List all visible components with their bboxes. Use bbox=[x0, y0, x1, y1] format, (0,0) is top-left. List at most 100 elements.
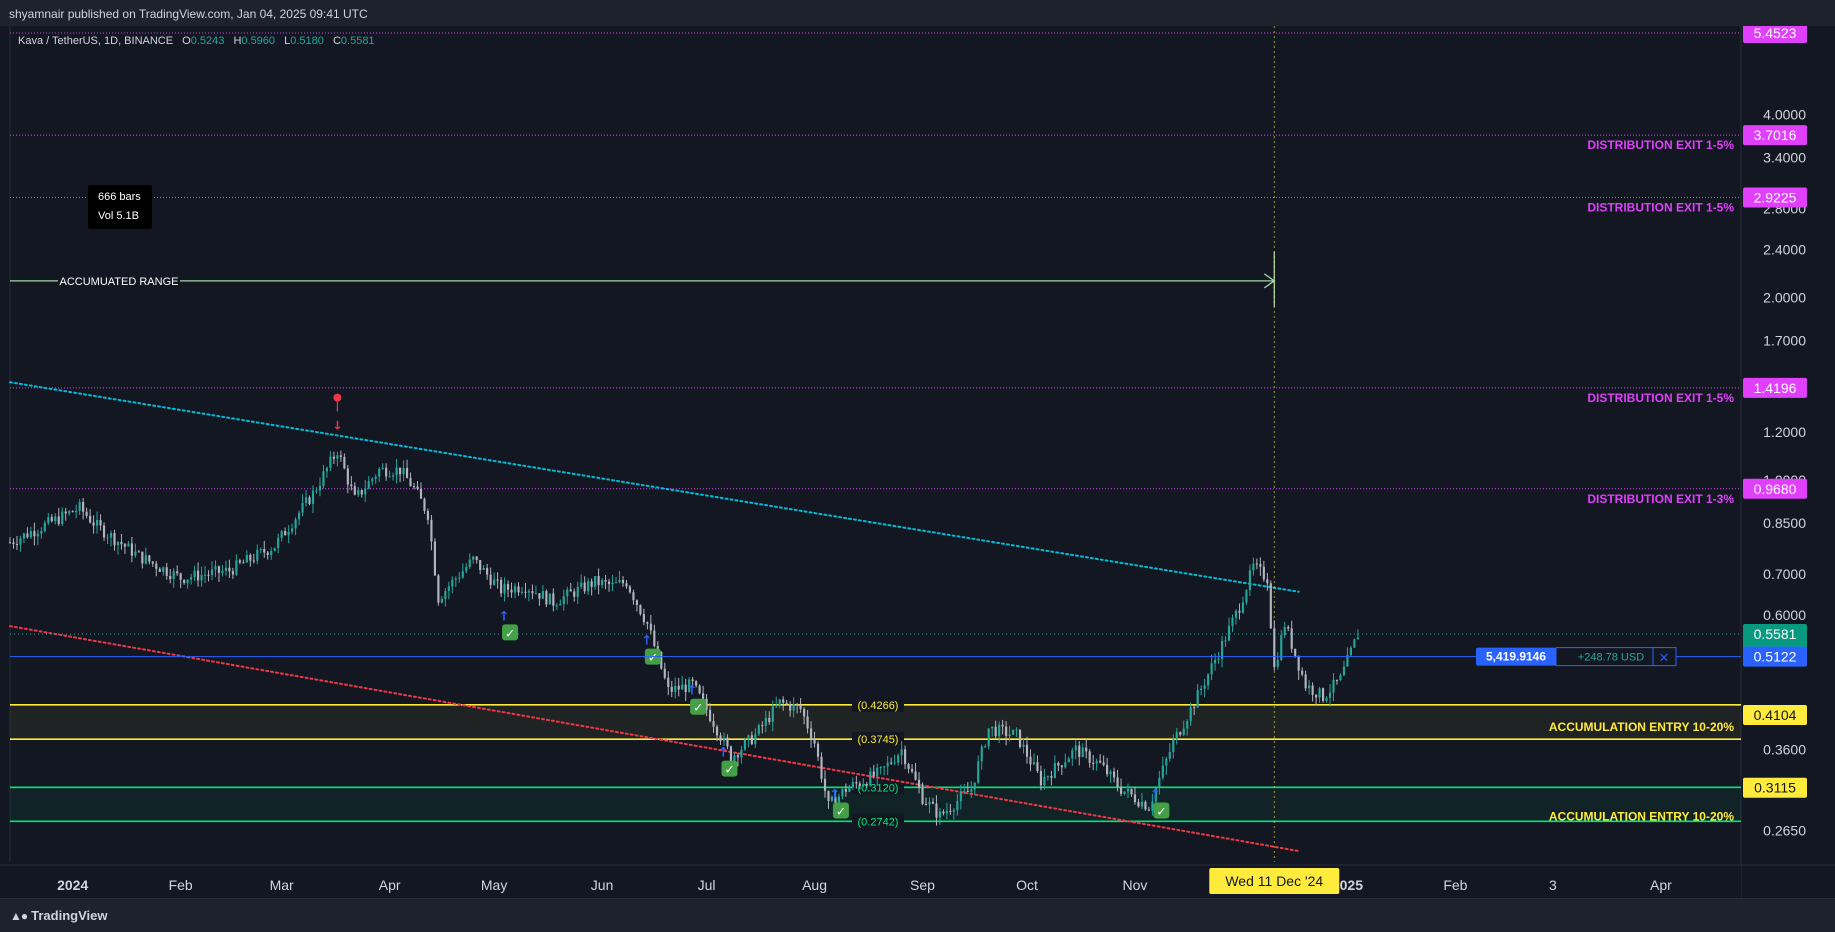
candle-body bbox=[1057, 762, 1060, 766]
candle-body bbox=[259, 549, 262, 551]
candle-body bbox=[148, 555, 151, 562]
candle-body bbox=[719, 735, 722, 741]
distribution-exit-label: DISTRIBUTION EXIT 1-3% bbox=[1587, 492, 1734, 506]
buy-arrow-icon: ↑ bbox=[718, 746, 729, 761]
candle-body bbox=[1335, 679, 1339, 681]
candle-body bbox=[639, 604, 642, 615]
candle-body bbox=[381, 467, 384, 469]
candle-body bbox=[559, 604, 562, 606]
candle-body bbox=[614, 582, 618, 584]
candle-body bbox=[1287, 627, 1290, 629]
candle-body bbox=[193, 570, 196, 578]
candle-body bbox=[165, 567, 168, 576]
candle-body bbox=[1015, 729, 1018, 731]
candle-body bbox=[907, 764, 910, 769]
candle-body bbox=[1126, 789, 1130, 792]
candle-body bbox=[883, 766, 886, 768]
candle-body bbox=[1140, 801, 1144, 807]
candle-body bbox=[1266, 579, 1269, 584]
candle-body bbox=[8, 542, 12, 544]
candle-body bbox=[1262, 566, 1265, 580]
candle-body bbox=[573, 591, 576, 597]
candle-body bbox=[190, 577, 193, 580]
candle-body bbox=[966, 790, 969, 792]
candle-body bbox=[221, 570, 224, 573]
tradingview-logo[interactable]: ▲● TradingView bbox=[10, 908, 107, 923]
candle-body bbox=[29, 531, 32, 538]
candle-body bbox=[869, 771, 872, 786]
candle-body bbox=[942, 811, 945, 814]
candle-body bbox=[392, 475, 395, 477]
buy-check-mark-icon: ✓ bbox=[1156, 805, 1166, 819]
candle-body bbox=[134, 551, 137, 556]
candle-body bbox=[1273, 628, 1276, 667]
candle-body bbox=[1119, 786, 1123, 794]
candle-body bbox=[848, 787, 851, 792]
candle-body bbox=[353, 486, 356, 495]
symbol-title: Kava / TetherUS, 1D, BINANCE bbox=[18, 35, 174, 47]
candle-body bbox=[963, 790, 966, 793]
candle-body bbox=[440, 599, 443, 603]
candle-body bbox=[722, 737, 726, 741]
candle-body bbox=[273, 547, 276, 551]
candle-body bbox=[1255, 563, 1258, 565]
candle-body bbox=[1133, 794, 1137, 803]
buy-arrow-icon: ↑ bbox=[829, 788, 840, 803]
position-close-button[interactable]: × bbox=[1659, 651, 1670, 666]
candle-body bbox=[1332, 679, 1335, 693]
candle-body bbox=[315, 490, 318, 492]
candle-body bbox=[702, 693, 705, 699]
candle-body bbox=[618, 580, 621, 583]
price-axis-tick: 0.2650 bbox=[1763, 822, 1806, 838]
candle-body bbox=[172, 571, 175, 580]
time-axis-tick: Jul bbox=[698, 877, 716, 893]
candle-body bbox=[876, 767, 879, 777]
buy-arrow-icon: ↑ bbox=[499, 609, 510, 624]
candle-body bbox=[162, 567, 165, 572]
candle-body bbox=[144, 555, 147, 564]
candle-body bbox=[621, 580, 625, 584]
candle-body bbox=[1005, 726, 1008, 737]
candle-body bbox=[458, 577, 461, 579]
candle-body bbox=[405, 468, 409, 479]
zone-bottom-value-label: (0.3745) bbox=[858, 734, 899, 746]
candle-body bbox=[1248, 570, 1251, 591]
candle-body bbox=[284, 531, 287, 536]
candle-body bbox=[1147, 809, 1150, 811]
candle-body bbox=[294, 519, 297, 529]
candle-body bbox=[1207, 674, 1210, 686]
candle-body bbox=[339, 455, 342, 457]
candle-body bbox=[604, 580, 607, 582]
candle-body bbox=[304, 497, 308, 503]
candle-body bbox=[977, 761, 980, 783]
candle-body bbox=[245, 554, 248, 563]
candle-body bbox=[179, 573, 182, 580]
candle-body bbox=[1039, 770, 1043, 786]
candle-body bbox=[203, 574, 207, 576]
candle-body bbox=[176, 571, 179, 574]
candle-body bbox=[1217, 659, 1220, 661]
candle-body bbox=[336, 455, 339, 459]
candle-body bbox=[625, 583, 628, 587]
candle-body bbox=[137, 551, 140, 553]
price-chart[interactable]: (0.4266) (0.3745) ACCUMULATION ENTRY 10-20… bbox=[0, 26, 1835, 898]
candle-body bbox=[667, 677, 670, 687]
candle-body bbox=[113, 533, 116, 546]
candle-body bbox=[217, 566, 221, 573]
candle-body bbox=[1081, 747, 1084, 757]
candle-body bbox=[82, 502, 85, 512]
candle-body bbox=[64, 511, 67, 514]
candle-body bbox=[1102, 762, 1105, 766]
candle-body bbox=[1029, 756, 1032, 765]
candle-body bbox=[1245, 590, 1248, 603]
candle-body bbox=[816, 743, 820, 757]
candle-body bbox=[729, 746, 733, 762]
candle-body bbox=[43, 522, 46, 532]
candle-body bbox=[510, 589, 513, 593]
candle-body bbox=[395, 467, 398, 476]
time-axis-tick: 3 bbox=[1549, 877, 1557, 893]
candle-body bbox=[517, 586, 520, 593]
candle-body bbox=[594, 576, 597, 587]
candle-body bbox=[754, 734, 757, 745]
buy-check-mark-icon: ✓ bbox=[724, 763, 734, 777]
